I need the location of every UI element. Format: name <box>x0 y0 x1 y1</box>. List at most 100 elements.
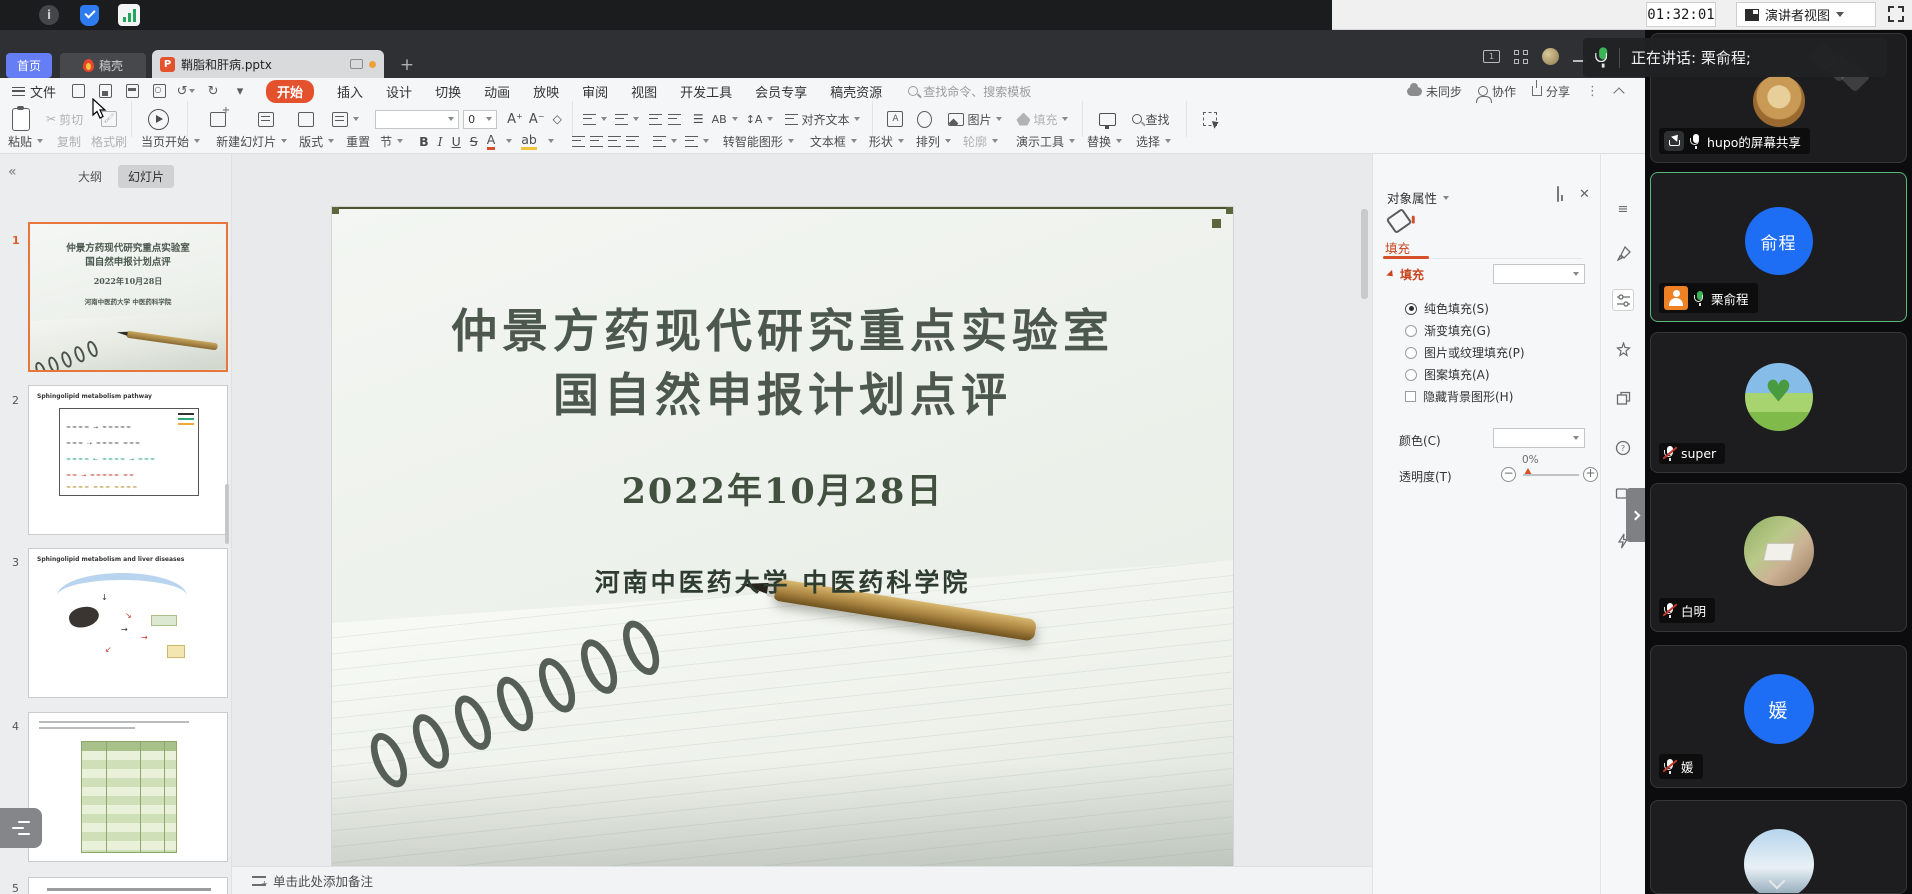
participant-tile-yuan[interactable]: 媛 媛 <box>1650 645 1907 788</box>
tab-gaoke[interactable]: 稿壳 <box>60 53 146 78</box>
redo-icon[interactable]: ↻ <box>205 83 221 99</box>
play-from-current-icon[interactable] <box>148 109 169 130</box>
font-family-combo[interactable] <box>375 110 459 129</box>
color-combo[interactable] <box>1493 428 1585 448</box>
fill-button[interactable]: 填充 <box>1016 111 1068 128</box>
slide-title-line1[interactable]: 仲景方药现代研究重点实验室 <box>332 295 1233 361</box>
view-mode-dropdown[interactable]: 演讲者视图 <box>1736 2 1876 27</box>
tab-document[interactable]: P 鞘脂和肝病.pptx <box>152 50 384 78</box>
notes-bar[interactable]: 单击此处添加备注 <box>232 866 1372 894</box>
tab-animation[interactable]: 动画 <box>484 82 510 101</box>
collaborate-button[interactable]: 协作 <box>1478 83 1516 100</box>
tab-design[interactable]: 设计 <box>386 82 412 101</box>
selection-handle[interactable] <box>1212 219 1221 228</box>
radio-pattern-fill[interactable]: 图案填充(A) <box>1405 366 1490 383</box>
participant-tile-super[interactable]: super <box>1650 332 1907 473</box>
textbox-icon[interactable]: A <box>887 111 903 127</box>
present-tools-label[interactable]: 演示工具 <box>1016 133 1075 150</box>
fill-section-header[interactable]: 填充 <box>1387 266 1424 283</box>
tab-developer[interactable]: 开发工具 <box>680 82 732 101</box>
effects-icon[interactable] <box>1612 338 1634 360</box>
align-justify-icon[interactable] <box>626 136 639 147</box>
fill-tab[interactable]: 填充 <box>1385 238 1410 257</box>
fullscreen-button[interactable] <box>1888 6 1904 22</box>
close-icon[interactable]: ✕ <box>1579 187 1590 202</box>
line-options-icon[interactable] <box>653 136 677 147</box>
shield-icon[interactable] <box>78 4 100 26</box>
transparency-slider-track[interactable] <box>1523 474 1579 476</box>
align-center-icon[interactable] <box>590 136 603 147</box>
picture-button[interactable]: 图片 <box>948 111 1002 128</box>
font-size-combo[interactable]: 0 <box>463 110 497 129</box>
tab-insert[interactable]: 插入 <box>337 82 363 101</box>
paste-icon[interactable] <box>12 108 30 131</box>
duplicate-icon[interactable] <box>1612 387 1634 409</box>
shape-label[interactable]: 形状 <box>869 133 904 150</box>
selection-handle[interactable] <box>332 207 339 214</box>
columns-icon[interactable]: ☰ <box>693 112 704 126</box>
more-commands-icon[interactable]: ▾ <box>232 83 248 99</box>
undo-icon[interactable]: ↺ <box>178 83 194 99</box>
new-tab-button[interactable]: + <box>396 54 418 76</box>
share-button[interactable]: 分享 <box>1532 83 1570 100</box>
tab-outline[interactable]: 大纲 <box>78 168 102 185</box>
slide-thumbnail-3[interactable]: Sphingolipid metabolism and liver diseas… <box>28 548 228 698</box>
align-left-icon[interactable] <box>572 136 585 147</box>
select-label[interactable]: 选择 <box>1136 133 1171 150</box>
signal-bars-icon[interactable] <box>118 4 140 26</box>
slide-thumbnail-1[interactable]: 仲景方药现代研究重点实验室 国自然申报计划点评 2022年10月28日 河南中医… <box>28 222 228 372</box>
align-text-button[interactable]: 对齐文本 <box>785 111 860 128</box>
replace-label[interactable]: 替换 <box>1087 133 1122 150</box>
command-search[interactable]: 查找命令、搜索模板 <box>908 83 1031 100</box>
cut-button[interactable]: ✂ 剪切 <box>46 111 83 128</box>
scroll-participants-chevron[interactable] <box>1768 874 1788 888</box>
underline-button[interactable]: U <box>452 134 461 149</box>
account-avatar[interactable] <box>1542 48 1559 65</box>
section-icon[interactable] <box>332 112 359 127</box>
canvas-scrollbar[interactable] <box>1361 209 1368 299</box>
slide-subtitle[interactable]: 河南中医药大学 中医药科学院 <box>332 563 1233 599</box>
select-tool-icon[interactable] <box>1203 112 1217 126</box>
tab-view[interactable]: 视图 <box>631 82 657 101</box>
increase-indent-icon[interactable] <box>668 114 681 125</box>
thumbnails-scrollbar[interactable] <box>225 484 229 544</box>
paste-label[interactable]: 粘贴 <box>8 133 43 150</box>
bold-button[interactable]: B <box>419 134 429 149</box>
print-icon[interactable] <box>124 83 140 99</box>
copy-label[interactable]: 复制 <box>57 133 81 150</box>
tab-start[interactable]: 开始 <box>266 80 314 103</box>
decrease-font-icon[interactable]: A⁻ <box>529 112 545 127</box>
tab-member[interactable]: 会员专享 <box>755 82 807 101</box>
paragraph-options-icon[interactable] <box>685 136 709 147</box>
increase-font-icon[interactable]: A⁺ <box>507 112 523 127</box>
arrange-label[interactable]: 排列 <box>916 133 951 150</box>
expand-panel-tab[interactable] <box>1626 488 1646 542</box>
strikethrough-button[interactable]: S <box>470 134 478 149</box>
numbered-list-icon[interactable] <box>615 114 639 125</box>
slide-thumbnail-2[interactable]: Sphingolipid metabolism pathway ≈≈≈≈ → ≈… <box>28 385 228 535</box>
bullet-list-icon[interactable] <box>583 114 607 125</box>
reset-icon[interactable] <box>298 112 314 127</box>
fill-preset-combo[interactable] <box>1493 264 1585 284</box>
collapse-ribbon-icon[interactable] <box>1613 87 1624 98</box>
new-slide-label[interactable]: 新建幻灯片 <box>216 133 287 150</box>
checkbox-hide-background[interactable]: 隐藏背景图形(H) <box>1405 388 1513 405</box>
properties-icon[interactable] <box>1612 289 1634 311</box>
more-menu-icon[interactable]: ⋮ <box>1586 84 1599 99</box>
new-slide-icon[interactable] <box>210 112 226 127</box>
panel-title-dropdown[interactable]: 对象属性 <box>1387 188 1449 207</box>
tab-transition[interactable]: 切换 <box>435 82 461 101</box>
text-direction-icon[interactable]: AB <box>712 113 738 126</box>
new-file-icon[interactable] <box>70 83 86 99</box>
participant-tile-liyucheng[interactable]: 俞程 栗俞程 <box>1650 172 1907 322</box>
editor-canvas[interactable]: 仲景方药现代研究重点实验室 国自然申报计划点评 2022年10月28日 河南中医… <box>232 154 1372 894</box>
quick-tools-icon[interactable] <box>1612 242 1634 264</box>
file-menu[interactable]: 文件 <box>12 82 56 101</box>
radio-picture-fill[interactable]: 图片或纹理填充(P) <box>1405 344 1525 361</box>
slide-thumbnail-4[interactable] <box>28 712 228 862</box>
workspace-grid-icon[interactable] <box>1514 50 1528 64</box>
radio-solid-fill[interactable]: 纯色填充(S) <box>1405 300 1489 317</box>
info-icon[interactable]: i <box>38 4 60 26</box>
from-current-label[interactable]: 当页开始 <box>141 133 200 150</box>
selection-handle[interactable] <box>1226 207 1233 214</box>
